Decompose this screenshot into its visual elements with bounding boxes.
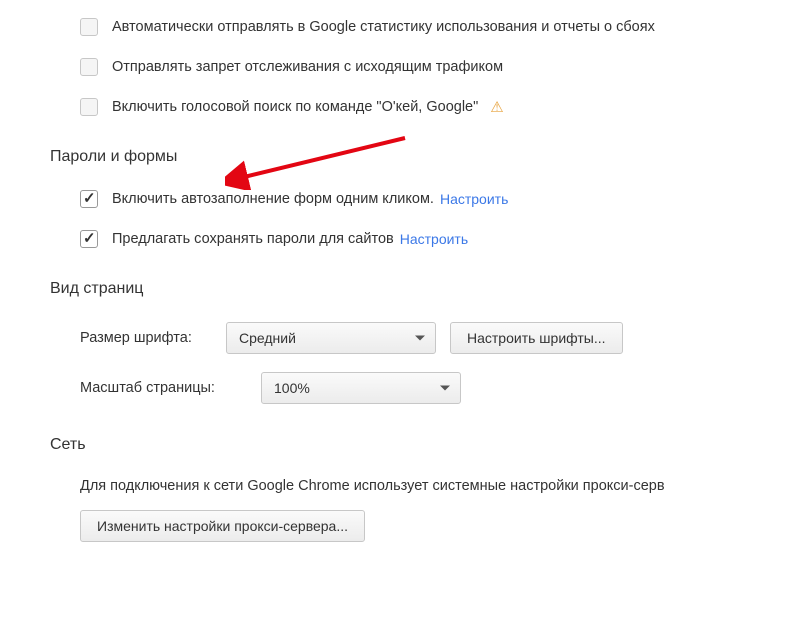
font-size-label: Размер шрифта:	[80, 330, 210, 346]
autofill-checkbox[interactable]	[80, 190, 98, 208]
zoom-label: Масштаб страницы:	[80, 380, 245, 396]
save-passwords-checkbox-row: Предлагать сохранять пароли для сайтов Н…	[80, 230, 807, 248]
save-passwords-checkbox[interactable]	[80, 230, 98, 248]
network-section-title: Сеть	[50, 436, 807, 454]
appearance-section-title: Вид страниц	[50, 280, 807, 298]
zoom-value: 100%	[274, 380, 310, 396]
voice-checkbox-row: Включить голосовой поиск по команде "О'к…	[80, 98, 807, 116]
network-description: Для подключения к сети Google Chrome исп…	[80, 478, 807, 494]
proxy-settings-label: Изменить настройки прокси-сервера...	[97, 518, 348, 534]
proxy-settings-button[interactable]: Изменить настройки прокси-сервера...	[80, 510, 365, 542]
voice-checkbox[interactable]	[80, 98, 98, 116]
zoom-dropdown[interactable]: 100%	[261, 372, 461, 404]
zoom-row: Масштаб страницы: 100%	[80, 372, 807, 404]
font-size-value: Средний	[239, 330, 296, 346]
chevron-down-icon	[440, 386, 450, 391]
save-passwords-configure-link[interactable]: Настроить	[400, 231, 468, 247]
passwords-section-title: Пароли и формы	[50, 148, 807, 166]
dnt-checkbox[interactable]	[80, 58, 98, 76]
stats-checkbox[interactable]	[80, 18, 98, 36]
autofill-label: Включить автозаполнение форм одним клико…	[112, 191, 434, 207]
autofill-checkbox-row: Включить автозаполнение форм одним клико…	[80, 190, 807, 208]
customize-fonts-label: Настроить шрифты...	[467, 330, 606, 346]
voice-label: Включить голосовой поиск по команде "О'к…	[112, 99, 478, 115]
save-passwords-label: Предлагать сохранять пароли для сайтов	[112, 231, 394, 247]
autofill-configure-link[interactable]: Настроить	[440, 191, 508, 207]
dnt-checkbox-row: Отправлять запрет отслеживания с исходящ…	[80, 58, 807, 76]
customize-fonts-button[interactable]: Настроить шрифты...	[450, 322, 623, 354]
stats-checkbox-row: Автоматически отправлять в Google статис…	[80, 18, 807, 36]
font-size-dropdown[interactable]: Средний	[226, 322, 436, 354]
font-size-row: Размер шрифта: Средний Настроить шрифты.…	[80, 322, 807, 354]
dnt-label: Отправлять запрет отслеживания с исходящ…	[112, 59, 503, 75]
warning-icon: ⚠	[490, 98, 503, 116]
stats-label: Автоматически отправлять в Google статис…	[112, 19, 655, 35]
chevron-down-icon	[415, 336, 425, 341]
